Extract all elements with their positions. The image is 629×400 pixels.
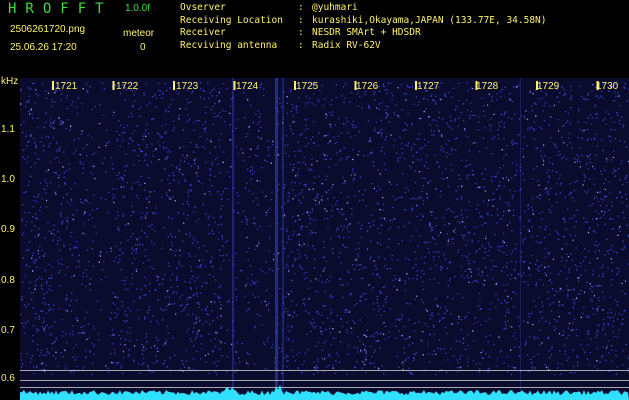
spectrogram-canvas <box>20 78 629 400</box>
station-info: Ovserver: @yuhmari Receiving Location: kur… <box>180 2 547 52</box>
minute-label: 1721 <box>55 81 78 92</box>
minute-label: 1730 <box>596 81 619 92</box>
frequency-unit: kHz <box>1 76 19 87</box>
info-row-location: Receiving Location: kurashiki,Okayama,JAP… <box>180 14 547 26</box>
minute-label: 1728 <box>476 81 499 92</box>
minute-label: 1724 <box>236 81 259 92</box>
spectrogram-background <box>20 78 629 400</box>
info-row-receiver: Receiver: NESDR SMArt + HDSDR <box>180 27 421 38</box>
frequency-label: 0.6 <box>1 373 15 384</box>
minute-label: 1723 <box>176 81 199 92</box>
meteor-count: 0 <box>140 42 146 53</box>
meteor-label: meteor <box>123 28 155 39</box>
minute-label: 1727 <box>417 81 440 92</box>
minute-label: 1722 <box>116 81 139 92</box>
frequency-label: 0.8 <box>1 275 15 286</box>
timestamp: 25.06.26 17:20 <box>10 42 77 53</box>
spectrogram-plot <box>20 78 629 400</box>
minute-label: 1729 <box>537 81 560 92</box>
frequency-label: 1.0 <box>1 174 15 185</box>
frequency-label: 1.1 <box>1 124 15 135</box>
minute-label: 1725 <box>296 81 319 92</box>
frequency-label: 0.7 <box>1 325 15 336</box>
hrofft-window: HROFFT 1.0.0f 2506261720.png 25.06.26 17… <box>0 0 629 400</box>
file-name: 2506261720.png <box>10 24 86 35</box>
info-row-antenna: Recviving antenna: Radix RV-62V <box>180 39 381 51</box>
minute-label: 1726 <box>356 81 379 92</box>
info-row-observer: Ovserver: @yuhmari <box>180 2 358 13</box>
version-label: 1.0.0f <box>125 3 151 14</box>
frequency-label: 0.9 <box>1 224 15 235</box>
app-title: HROFFT <box>8 1 113 17</box>
